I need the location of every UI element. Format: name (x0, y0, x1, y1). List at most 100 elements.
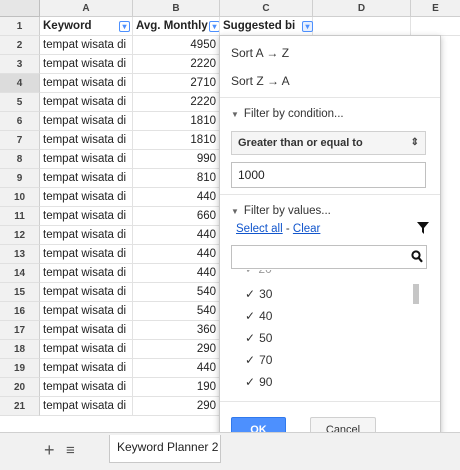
filter-funnel-icon[interactable] (417, 222, 429, 237)
avg-monthly-cell[interactable]: 2220 (133, 93, 220, 112)
column-header-c[interactable]: C (220, 0, 313, 17)
keyword-cell[interactable]: tempat wisata di (40, 245, 133, 264)
value-item[interactable]: ✓ 70 (245, 353, 272, 367)
keyword-cell[interactable]: tempat wisata di (40, 131, 133, 150)
row-header[interactable]: 11 (0, 207, 40, 226)
avg-monthly-cell[interactable]: 2710 (133, 74, 220, 93)
sheet-list-icon[interactable]: ≡ (66, 441, 75, 461)
avg-monthly-cell[interactable]: 440 (133, 264, 220, 283)
row-header[interactable]: 10 (0, 188, 40, 207)
keyword-cell[interactable]: tempat wisata di (40, 93, 133, 112)
keyword-cell[interactable]: tempat wisata di (40, 378, 133, 397)
keyword-cell[interactable]: tempat wisata di (40, 226, 133, 245)
empty-cell[interactable] (411, 17, 460, 36)
row-header[interactable]: 12 (0, 226, 40, 245)
select-all-corner[interactable] (0, 0, 40, 17)
keyword-cell[interactable]: tempat wisata di (40, 340, 133, 359)
row-header[interactable]: 2 (0, 36, 40, 55)
value-search-input[interactable] (231, 245, 427, 269)
avg-monthly-cell[interactable]: 990 (133, 150, 220, 169)
row-header[interactable]: 18 (0, 340, 40, 359)
keyword-cell[interactable]: tempat wisata di (40, 321, 133, 340)
avg-monthly-cell[interactable]: 540 (133, 302, 220, 321)
row-header[interactable]: 7 (0, 131, 40, 150)
avg-monthly-cell[interactable]: 190 (133, 378, 220, 397)
filter-by-condition-toggle[interactable]: ▼ Filter by condition... (231, 108, 344, 120)
condition-value-input[interactable]: 1000 (231, 162, 426, 188)
row-header[interactable]: 6 (0, 112, 40, 131)
column-header-a[interactable]: A (40, 0, 133, 17)
avg-monthly-cell[interactable]: 540 (133, 283, 220, 302)
value-label: 40 (259, 309, 273, 323)
sheet-tab[interactable]: Keyword Planner 2 (109, 435, 221, 463)
row-header[interactable]: 17 (0, 321, 40, 340)
filter-toggle-icon[interactable]: ▾ (302, 21, 313, 32)
values-list[interactable]: ✓ 20 ✓30✓40✓50✓70✓90 (231, 270, 427, 401)
column-header-b[interactable]: B (133, 0, 220, 17)
sort-a-z-item[interactable]: Sort A → Z (231, 46, 289, 60)
keyword-cell[interactable]: tempat wisata di (40, 397, 133, 416)
keyword-header-cell[interactable]: Keyword ▾ (40, 17, 133, 36)
avg-monthly-cell[interactable]: 290 (133, 397, 220, 416)
keyword-cell[interactable]: tempat wisata di (40, 359, 133, 378)
empty-cell[interactable] (313, 17, 411, 36)
add-sheet-icon[interactable]: + (44, 440, 55, 460)
suggested-bid-header-cell[interactable]: Suggested bi ▾ (220, 17, 313, 36)
avg-monthly-cell[interactable]: 4950 (133, 36, 220, 55)
row-header[interactable]: 5 (0, 93, 40, 112)
keyword-cell[interactable]: tempat wisata di (40, 188, 133, 207)
avg-monthly-cell[interactable]: 440 (133, 226, 220, 245)
keyword-cell[interactable]: tempat wisata di (40, 264, 133, 283)
avg-monthly-cell[interactable]: 660 (133, 207, 220, 226)
filter-by-condition-label: Filter by condition... (243, 108, 344, 120)
row-header[interactable]: 21 (0, 397, 40, 416)
keyword-cell[interactable]: tempat wisata di (40, 36, 133, 55)
filter-by-values-toggle[interactable]: ▼ Filter by values... (231, 205, 331, 217)
value-item[interactable]: ✓ 40 (245, 309, 272, 323)
value-item[interactable]: ✓ 30 (245, 287, 272, 301)
column-header-e[interactable]: E (411, 0, 460, 17)
row-header[interactable]: 9 (0, 169, 40, 188)
avg-monthly-cell[interactable]: 1810 (133, 131, 220, 150)
row-header[interactable]: 14 (0, 264, 40, 283)
filter-toggle-icon[interactable]: ▾ (119, 21, 130, 32)
avg-monthly-cell[interactable]: 440 (133, 188, 220, 207)
avg-monthly-cell[interactable]: 1810 (133, 112, 220, 131)
avg-monthly-cell[interactable]: 440 (133, 359, 220, 378)
condition-select[interactable]: Greater than or equal to ⇕ (231, 131, 426, 155)
value-item[interactable]: ✓ 50 (245, 331, 272, 345)
value-label: 30 (259, 287, 273, 301)
keyword-cell[interactable]: tempat wisata di (40, 169, 133, 188)
avg-monthly-cell[interactable]: 290 (133, 340, 220, 359)
keyword-cell[interactable]: tempat wisata di (40, 283, 133, 302)
avg-monthly-cell[interactable]: 810 (133, 169, 220, 188)
avg-monthly-cell[interactable]: 360 (133, 321, 220, 340)
avg-monthly-cell[interactable]: 2220 (133, 55, 220, 74)
search-icon[interactable] (411, 250, 423, 266)
avg-monthly-header-cell[interactable]: Avg. Monthly ▾ (133, 17, 220, 36)
clear-link[interactable]: Clear (293, 223, 320, 235)
keyword-cell[interactable]: tempat wisata di (40, 55, 133, 74)
row-header[interactable]: 4 (0, 74, 40, 93)
row-header[interactable]: 3 (0, 55, 40, 74)
sort-z-a-item[interactable]: Sort Z → A (231, 74, 290, 88)
filter-toggle-icon[interactable]: ▾ (209, 21, 219, 32)
keyword-cell[interactable]: tempat wisata di (40, 74, 133, 93)
keyword-cell[interactable]: tempat wisata di (40, 207, 133, 226)
row-header[interactable]: 16 (0, 302, 40, 321)
row-header[interactable]: 13 (0, 245, 40, 264)
row-header[interactable]: 8 (0, 150, 40, 169)
select-all-link[interactable]: Select all (236, 223, 283, 235)
row-header[interactable]: 15 (0, 283, 40, 302)
avg-monthly-cell[interactable]: 440 (133, 245, 220, 264)
row-header[interactable]: 20 (0, 378, 40, 397)
column-header-d[interactable]: D (313, 0, 411, 17)
row-header[interactable]: 19 (0, 359, 40, 378)
values-scrollbar[interactable] (413, 284, 419, 304)
row-header[interactable]: 1 (0, 17, 40, 36)
filter-by-values-label: Filter by values... (243, 205, 331, 217)
keyword-cell[interactable]: tempat wisata di (40, 302, 133, 321)
keyword-cell[interactable]: tempat wisata di (40, 112, 133, 131)
value-item[interactable]: ✓ 90 (245, 375, 272, 389)
keyword-cell[interactable]: tempat wisata di (40, 150, 133, 169)
